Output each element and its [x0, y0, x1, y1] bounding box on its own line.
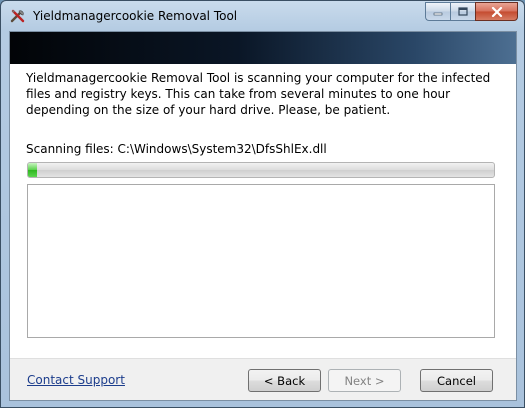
footer-bar: Contact Support < Back Next > Cancel: [10, 358, 516, 400]
back-button[interactable]: < Back: [248, 369, 321, 392]
app-window: Yieldmanagercookie Removal Tool Yieldman…: [0, 0, 525, 408]
header-banner: [10, 32, 516, 64]
window-title: Yieldmanagercookie Removal Tool: [33, 9, 238, 23]
maximize-button[interactable]: [450, 2, 475, 21]
contact-support-link[interactable]: Contact Support: [27, 373, 125, 387]
maximize-icon: [458, 7, 468, 16]
results-list[interactable]: [27, 184, 495, 338]
scan-progress-bar: [27, 162, 495, 178]
next-button[interactable]: Next >: [328, 369, 401, 392]
scanning-file-label: Scanning files: C:\Windows\System32\DfsS…: [26, 142, 327, 156]
title-bar[interactable]: Yieldmanagercookie Removal Tool: [1, 1, 524, 31]
client-area: Yieldmanagercookie Removal Tool is scann…: [9, 31, 517, 401]
caption-buttons: [425, 2, 518, 21]
close-button[interactable]: [475, 2, 518, 21]
minimize-button[interactable]: [425, 2, 450, 21]
tools-icon: [10, 9, 25, 23]
progress-fill: [28, 163, 38, 177]
minimize-icon: [433, 12, 443, 15]
scan-description: Yieldmanagercookie Removal Tool is scann…: [26, 71, 491, 117]
cancel-button[interactable]: Cancel: [420, 369, 493, 392]
close-icon: [491, 6, 502, 17]
